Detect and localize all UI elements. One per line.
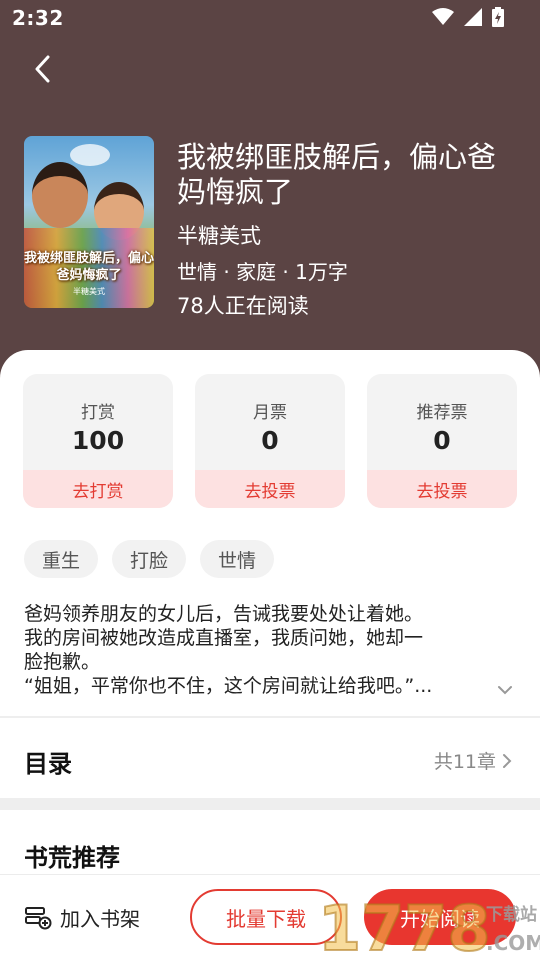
wifi-icon — [432, 8, 454, 25]
stat-card-monthly-ticket: 月票 0 去投票 — [195, 374, 345, 508]
book-meta: 世情 · 家庭 · 1万字 — [177, 260, 348, 284]
stat-label: 月票 — [253, 403, 287, 423]
monthly-vote-button[interactable]: 去投票 — [195, 470, 345, 508]
add-to-shelf-button[interactable]: 加入书架 — [24, 903, 140, 932]
divider — [0, 716, 540, 718]
book-readers: 78人正在阅读 — [177, 294, 309, 318]
recommend-vote-button[interactable]: 去投票 — [367, 470, 517, 508]
toc-count-link[interactable]: 共11章 — [434, 747, 512, 774]
cover-man-illustration — [32, 162, 88, 228]
batch-download-button[interactable]: 批量下载 — [190, 889, 342, 945]
cover-title: 我被绑匪肢解后，偏心爸妈悔疯了 — [24, 251, 154, 283]
status-bar: 2:32 — [0, 0, 540, 36]
start-reading-button[interactable]: 开始阅读 — [364, 889, 516, 945]
tag-chip[interactable]: 世情 — [200, 540, 275, 578]
bottom-action-bar: 加入书架 批量下载 开始阅读 — [0, 874, 540, 960]
chevron-left-icon — [35, 55, 50, 83]
status-icons — [432, 7, 504, 27]
section-divider — [0, 798, 540, 810]
stat-card-recommend-ticket: 推荐票 0 去投票 — [367, 374, 517, 508]
battery-icon — [492, 7, 504, 27]
stat-label: 推荐票 — [416, 403, 468, 423]
status-time: 2:32 — [12, 6, 64, 30]
cover-cloud — [70, 144, 110, 166]
stat-value: 0 — [261, 426, 279, 455]
signal-icon — [464, 8, 482, 26]
chevron-right-icon — [503, 753, 512, 768]
expand-chevron-icon[interactable] — [496, 684, 514, 696]
cover-author: 半糖美式 — [73, 287, 105, 296]
toc-count: 共11章 — [433, 751, 496, 773]
synopsis[interactable]: 爸妈领养朋友的女儿后，告诫我要处处让着她。 我的房间被她改造成直播室，我质问她，… — [24, 602, 486, 698]
book-author[interactable]: 半糖美式 — [177, 220, 261, 250]
tag-chip[interactable]: 打脸 — [112, 540, 187, 578]
synopsis-line: 爸妈领养朋友的女儿后，告诫我要处处让着她。 — [24, 603, 424, 625]
reward-button[interactable]: 去打赏 — [23, 470, 173, 508]
add-to-shelf-label: 加入书架 — [60, 907, 140, 931]
detail-panel: 打赏 100 去打赏 月票 0 去投票 推荐票 0 去投票 重生 打脸 世情 爸… — [0, 350, 540, 960]
stat-value: 0 — [433, 426, 451, 455]
synopsis-line: 脸抱歉。 — [24, 651, 101, 673]
book-title: 我被绑匪肢解后，偏心爸妈悔疯了 — [177, 140, 497, 209]
tag-chip[interactable]: 重生 — [24, 540, 99, 578]
toc-title[interactable]: 目录 — [24, 744, 72, 779]
back-button[interactable] — [26, 52, 58, 86]
book-cover[interactable]: 我被绑匪肢解后，偏心爸妈悔疯了 半糖美式 — [24, 136, 154, 308]
synopsis-line: 我的房间被她改造成直播室，我质问她，她却一 — [24, 627, 424, 649]
stat-label: 打赏 — [81, 403, 115, 423]
synopsis-line: “姐姐，平常你也不住，这个房间就让给我吧。”... — [24, 675, 433, 697]
recommend-title: 书荒推荐 — [24, 844, 120, 872]
bookshelf-add-icon — [25, 906, 52, 929]
stat-card-reward: 打赏 100 去打赏 — [23, 374, 173, 508]
stat-value: 100 — [71, 426, 125, 455]
